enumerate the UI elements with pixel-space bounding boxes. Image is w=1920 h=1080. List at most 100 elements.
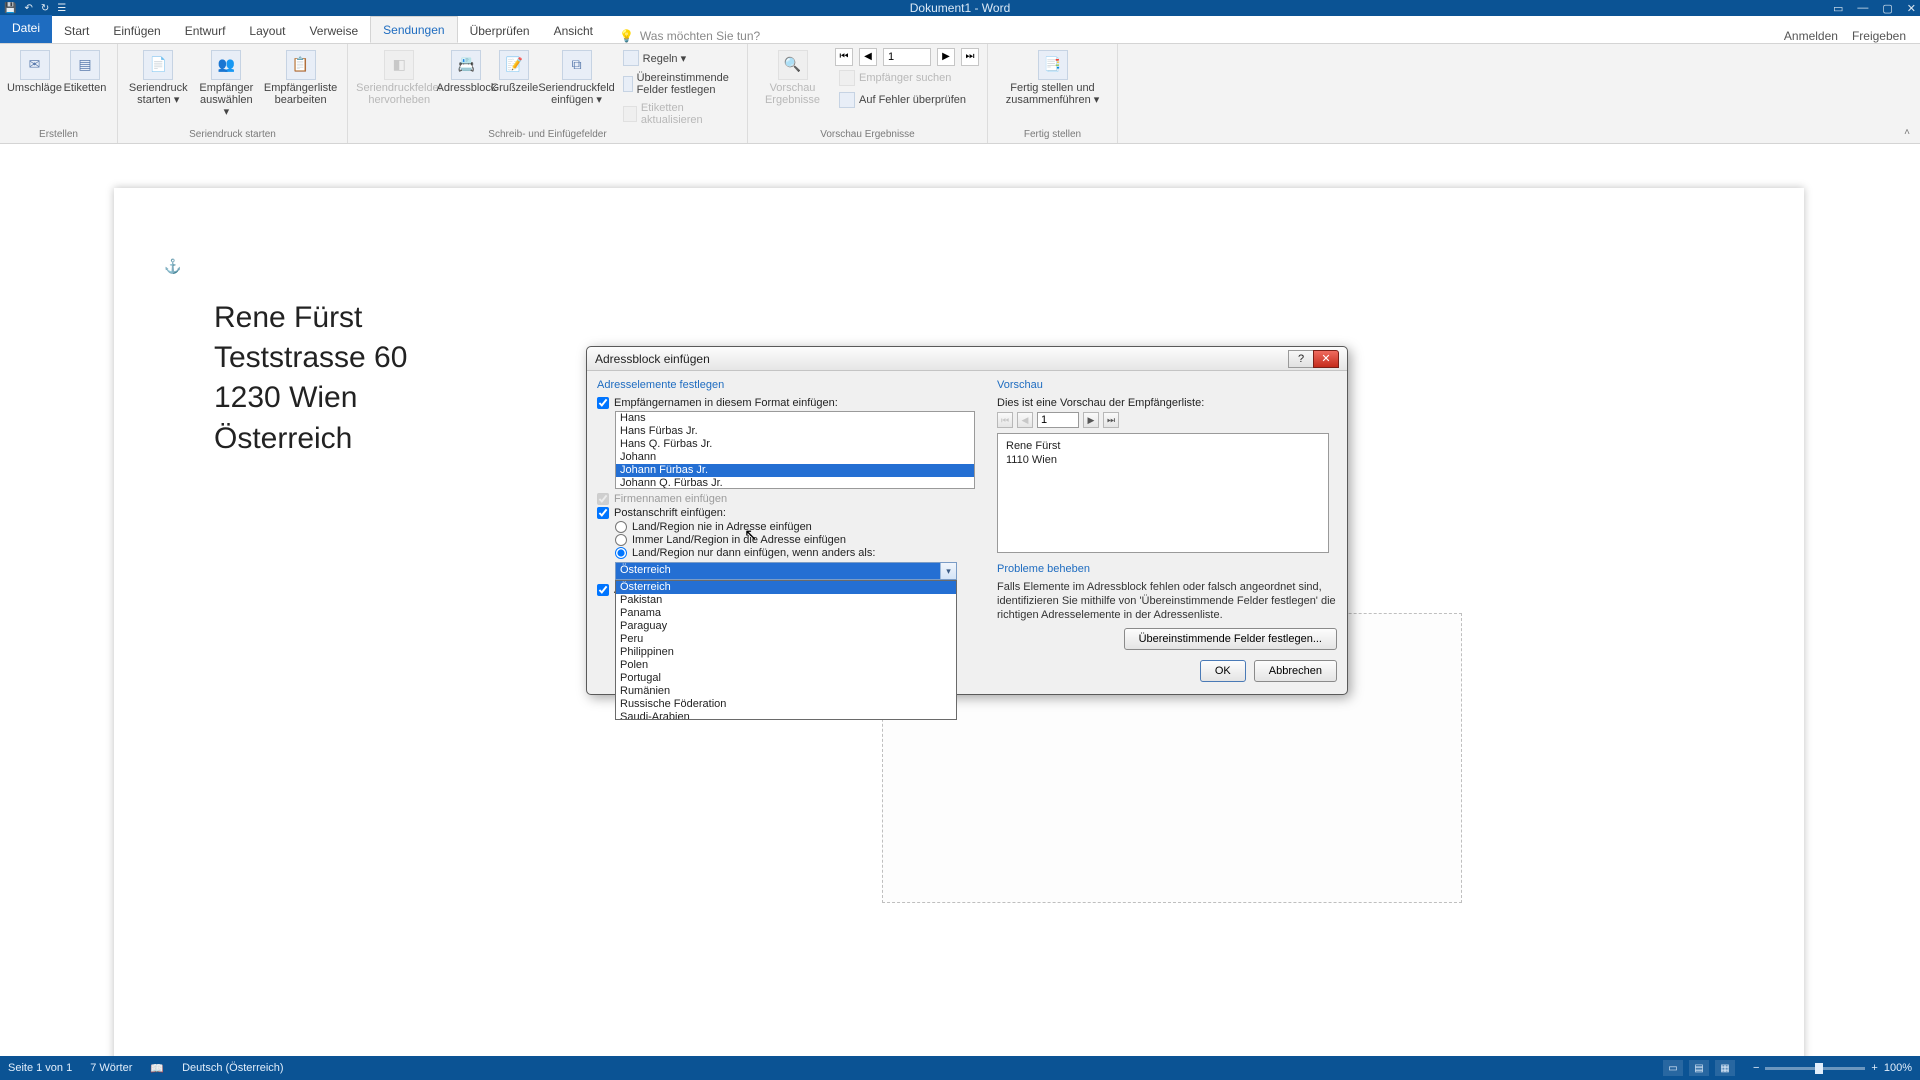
tab-references[interactable]: Verweise bbox=[297, 18, 370, 43]
country-never-radio[interactable]: Land/Region nie in Adresse einfügen bbox=[615, 521, 985, 533]
status-bar: Seite 1 von 1 7 Wörter 📖 Deutsch (Österr… bbox=[0, 1056, 1920, 1080]
match-fields-button[interactable]: Übereinstimmende Felder festlegen bbox=[619, 70, 739, 98]
list-item[interactable]: Hans Q. Fürbas Jr. bbox=[616, 438, 974, 451]
postal-address-checkbox-input[interactable] bbox=[597, 507, 609, 519]
list-item[interactable]: Hans Fürbas Jr. bbox=[616, 425, 974, 438]
prev-record-button[interactable]: ◀ bbox=[859, 48, 877, 66]
select-recipients-button[interactable]: 👥 Empfänger auswählen ▾ bbox=[191, 48, 263, 120]
address-block-button[interactable]: 📇 Adressblock bbox=[442, 48, 490, 96]
undo-icon[interactable]: ↶ bbox=[24, 3, 32, 14]
dialog-help-button[interactable]: ? bbox=[1288, 350, 1314, 368]
close-window-icon[interactable]: ✕ bbox=[1907, 2, 1916, 15]
last-record-button[interactable]: ⏭ bbox=[961, 48, 979, 66]
redo-icon[interactable]: ↻ bbox=[41, 3, 49, 14]
page-indicator[interactable]: Seite 1 von 1 bbox=[8, 1062, 72, 1074]
zoom-slider-thumb[interactable] bbox=[1815, 1063, 1823, 1074]
fix-problems-text: Falls Elemente im Adressblock fehlen ode… bbox=[997, 581, 1337, 622]
country-option[interactable]: Rumänien bbox=[616, 685, 956, 698]
minimize-icon[interactable]: — bbox=[1857, 2, 1868, 15]
country-option[interactable]: Polen bbox=[616, 659, 956, 672]
dialog-close-button[interactable]: ✕ bbox=[1313, 350, 1339, 368]
tab-start[interactable]: Start bbox=[52, 18, 101, 43]
record-number-input[interactable] bbox=[883, 48, 931, 66]
labels-button[interactable]: ▤ Etiketten bbox=[61, 48, 109, 96]
country-always-radio[interactable]: Immer Land/Region in die Adresse einfüge… bbox=[615, 534, 985, 546]
zoom-in-button[interactable]: + bbox=[1871, 1062, 1877, 1074]
tab-mailings[interactable]: Sendungen bbox=[370, 16, 457, 43]
zoom-out-button[interactable]: − bbox=[1753, 1062, 1759, 1074]
chevron-down-icon[interactable]: ▾ bbox=[940, 563, 956, 579]
country-option[interactable]: Österreich bbox=[616, 581, 956, 594]
tab-review[interactable]: Überprüfen bbox=[458, 18, 542, 43]
tell-me-search[interactable]: 💡 Was möchten Sie tun? bbox=[619, 29, 760, 43]
zoom-percentage[interactable]: 100% bbox=[1884, 1062, 1912, 1074]
proofing-icon[interactable]: 📖 bbox=[150, 1062, 164, 1075]
read-mode-icon[interactable]: ▭ bbox=[1663, 1060, 1683, 1076]
section-preview-title: Vorschau bbox=[997, 379, 1337, 391]
web-layout-icon[interactable]: ▦ bbox=[1715, 1060, 1735, 1076]
ok-button[interactable]: OK bbox=[1200, 660, 1246, 682]
tab-insert[interactable]: Einfügen bbox=[101, 18, 172, 43]
country-option[interactable]: Portugal bbox=[616, 672, 956, 685]
preview-prev-button[interactable]: ◀ bbox=[1017, 412, 1033, 428]
country-option[interactable]: Panama bbox=[616, 607, 956, 620]
save-icon[interactable]: 💾 bbox=[4, 3, 16, 14]
dialog-titlebar[interactable]: Adressblock einfügen ? ✕ bbox=[587, 347, 1347, 371]
country-option[interactable]: Pakistan bbox=[616, 594, 956, 607]
country-option[interactable]: Philippinen bbox=[616, 646, 956, 659]
name-format-listbox[interactable]: Hans Hans Fürbas Jr. Hans Q. Fürbas Jr. … bbox=[615, 411, 975, 489]
tab-layout[interactable]: Layout bbox=[237, 18, 297, 43]
language-indicator[interactable]: Deutsch (Österreich) bbox=[182, 1062, 283, 1074]
postal-address-checkbox[interactable]: Postanschrift einfügen: bbox=[597, 507, 985, 519]
rules-button[interactable]: Regeln ▾ bbox=[619, 48, 739, 68]
country-option[interactable]: Russische Föderation bbox=[616, 698, 956, 711]
cancel-button[interactable]: Abbrechen bbox=[1254, 660, 1337, 682]
country-option[interactable]: Paraguay bbox=[616, 620, 956, 633]
tab-design[interactable]: Entwurf bbox=[173, 18, 238, 43]
country-never-radio-input[interactable] bbox=[615, 521, 627, 533]
country-dropdown[interactable]: Österreich Pakistan Panama Paraguay Peru… bbox=[615, 580, 957, 720]
list-item-selected[interactable]: Johann Fürbas Jr. bbox=[616, 464, 974, 477]
country-only-if-radio-input[interactable] bbox=[615, 547, 627, 559]
list-item[interactable]: Hans bbox=[616, 412, 974, 425]
start-mail-merge-button[interactable]: 📄 Seriendruck starten ▾ bbox=[126, 48, 191, 108]
recipient-name-checkbox-input[interactable] bbox=[597, 397, 609, 409]
edit-recipients-button[interactable]: 📋 Empfängerliste bearbeiten bbox=[262, 48, 339, 108]
country-always-radio-input[interactable] bbox=[615, 534, 627, 546]
first-record-button[interactable]: ⏮ bbox=[835, 48, 853, 66]
window-title: Dokument1 - Word bbox=[910, 1, 1010, 15]
print-layout-icon[interactable]: ▤ bbox=[1689, 1060, 1709, 1076]
list-item[interactable]: Johann Q. Fürbas Jr. bbox=[616, 477, 974, 489]
word-count[interactable]: 7 Wörter bbox=[90, 1062, 132, 1074]
insert-merge-field-button[interactable]: ⧉ Seriendruckfeld einfügen ▾ bbox=[538, 48, 614, 108]
envelopes-button[interactable]: ✉ Umschläge bbox=[8, 48, 61, 96]
preview-last-button[interactable]: ⏭ bbox=[1103, 412, 1119, 428]
tab-file[interactable]: Datei bbox=[0, 15, 52, 43]
tab-view[interactable]: Ansicht bbox=[542, 18, 605, 43]
country-only-if-radio[interactable]: Land/Region nur dann einfügen, wenn ande… bbox=[615, 547, 985, 559]
finish-merge-button[interactable]: 📑 Fertig stellen und zusammenführen ▾ bbox=[996, 48, 1109, 108]
maximize-icon[interactable]: ▢ bbox=[1882, 2, 1892, 15]
country-option[interactable]: Peru bbox=[616, 633, 956, 646]
list-item[interactable]: Johann bbox=[616, 451, 974, 464]
share-button[interactable]: Freigeben bbox=[1852, 29, 1906, 43]
format-by-country-checkbox-input[interactable] bbox=[597, 584, 609, 596]
document-text[interactable]: Rene Fürst Teststrasse 60 1230 Wien Öste… bbox=[214, 298, 407, 459]
match-fields-label: Übereinstimmende Felder festlegen bbox=[637, 72, 735, 96]
zoom-control: − + 100% bbox=[1753, 1062, 1912, 1074]
preview-record-input[interactable] bbox=[1037, 412, 1079, 428]
recipient-name-checkbox[interactable]: Empfängernamen in diesem Format einfügen… bbox=[597, 397, 985, 409]
preview-next-button[interactable]: ▶ bbox=[1083, 412, 1099, 428]
check-errors-button[interactable]: Auf Fehler überprüfen bbox=[835, 90, 979, 110]
country-combobox[interactable]: Österreich ▾ Österreich Pakistan Panama … bbox=[615, 562, 957, 580]
next-record-button[interactable]: ▶ bbox=[937, 48, 955, 66]
zoom-slider[interactable] bbox=[1765, 1067, 1865, 1070]
sign-in-link[interactable]: Anmelden bbox=[1784, 29, 1838, 43]
match-fields-dialog-button[interactable]: Übereinstimmende Felder festlegen... bbox=[1124, 628, 1337, 650]
touch-mode-icon[interactable]: ☰ bbox=[57, 3, 66, 14]
preview-first-button[interactable]: ⏮ bbox=[997, 412, 1013, 428]
ribbon-options-icon[interactable]: ▭ bbox=[1833, 2, 1843, 15]
country-option[interactable]: Saudi-Arabien bbox=[616, 711, 956, 720]
greeting-line-button[interactable]: 📝 Grußzeile bbox=[490, 48, 538, 96]
collapse-ribbon-icon[interactable]: ˄ bbox=[1904, 127, 1910, 138]
